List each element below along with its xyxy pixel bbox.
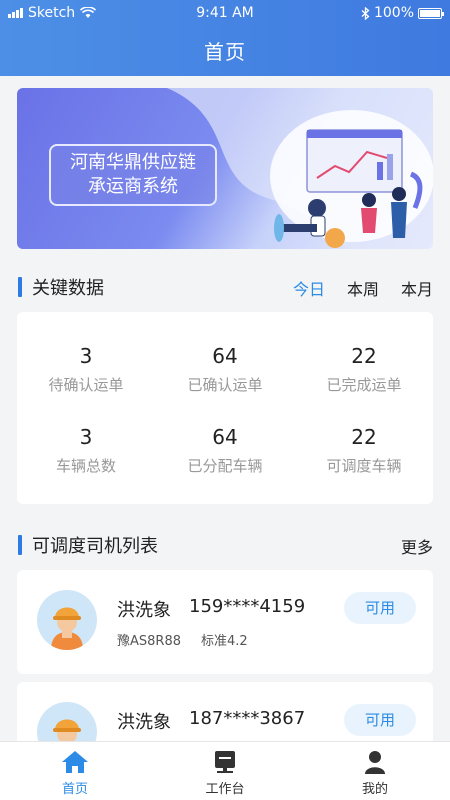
key-data-title: 关键数据 [32, 278, 104, 299]
stat-label: 已分配车辆 [187, 457, 263, 475]
driver-phone: 187****3867 [189, 708, 306, 729]
tab-home[interactable]: 首页 [0, 742, 150, 800]
stat-total-vehicles[interactable]: 3 车辆总数 [17, 425, 155, 476]
stat-assigned-vehicles[interactable]: 64 已分配车辆 [156, 425, 294, 476]
workbench-icon [215, 751, 235, 773]
driver-name: 洪洗象 [117, 600, 171, 621]
banner-line1: 河南华鼎供应链 [70, 152, 196, 173]
key-data-header: 关键数据 [18, 274, 104, 300]
more-link[interactable]: 更多 [401, 534, 433, 558]
tab-label: 首页 [61, 782, 88, 797]
driver-status-badge[interactable]: 可用 [344, 704, 416, 736]
stat-dispatchable-vehicles[interactable]: 22 可调度车辆 [295, 425, 433, 476]
status-bar: Sketch 9:41 AM 100% [0, 0, 450, 26]
stat-label: 待确认运单 [48, 376, 124, 394]
banner-line2: 承运商系统 [88, 176, 178, 197]
section-accent-bar [18, 535, 22, 555]
drivers-title: 可调度司机列表 [32, 536, 158, 557]
stat-label: 可调度车辆 [326, 457, 402, 475]
stat-value: 64 [212, 425, 238, 449]
profile-icon [365, 751, 385, 774]
drivers-header: 可调度司机列表 [18, 532, 158, 558]
stat-value: 3 [79, 344, 93, 368]
stat-label: 已确认运单 [187, 376, 263, 394]
tab-workbench[interactable]: 工作台 [150, 742, 300, 800]
banner-title-box: 河南华鼎供应链 承运商系统 [49, 144, 217, 206]
driver-phone: 159****4159 [189, 596, 306, 617]
stat-value: 22 [351, 344, 377, 368]
battery-icon [418, 7, 444, 19]
tab-week[interactable]: 本周 [347, 276, 379, 300]
stat-value: 3 [79, 425, 93, 449]
stat-completed-orders[interactable]: 22 已完成运单 [295, 344, 433, 395]
tab-label: 我的 [361, 782, 388, 797]
driver-name: 洪洗象 [117, 712, 171, 733]
range-tabs: 今日 本周 本月 [293, 276, 433, 300]
bottom-tab-bar: 首页 工作台 我的 [0, 741, 450, 800]
banner[interactable]: 河南华鼎供应链 承运商系统 [17, 88, 433, 249]
stat-value: 64 [212, 344, 238, 368]
tab-month[interactable]: 本月 [401, 276, 433, 300]
battery-percent: 100% [373, 5, 414, 21]
app-header: Sketch 9:41 AM 100% 首页 [0, 0, 450, 76]
stat-label: 车辆总数 [55, 457, 116, 475]
stat-label: 已完成运单 [326, 376, 402, 394]
driver-plate: 豫AS8R88 [117, 634, 181, 649]
driver-card[interactable]: 洪洗象 159****4159 豫AS8R88 标准4.2 可用 [17, 570, 433, 674]
section-accent-bar [18, 277, 22, 297]
home-icon [62, 751, 88, 773]
driver-avatar [37, 590, 97, 650]
page-title: 首页 [204, 40, 246, 64]
driver-status-badge[interactable]: 可用 [344, 592, 416, 624]
stat-pending-orders[interactable]: 3 待确认运单 [17, 344, 155, 395]
tab-today[interactable]: 今日 [293, 276, 325, 300]
stat-confirmed-orders[interactable]: 64 已确认运单 [156, 344, 294, 395]
stat-value: 22 [351, 425, 377, 449]
tab-profile[interactable]: 我的 [300, 742, 450, 800]
bluetooth-icon [361, 6, 370, 20]
driver-vehicle-type: 标准4.2 [201, 634, 248, 649]
key-data-card: 3 待确认运单 64 已确认运单 22 已完成运单 3 车辆总数 64 已分配车… [17, 312, 433, 504]
tab-label: 工作台 [205, 782, 245, 797]
